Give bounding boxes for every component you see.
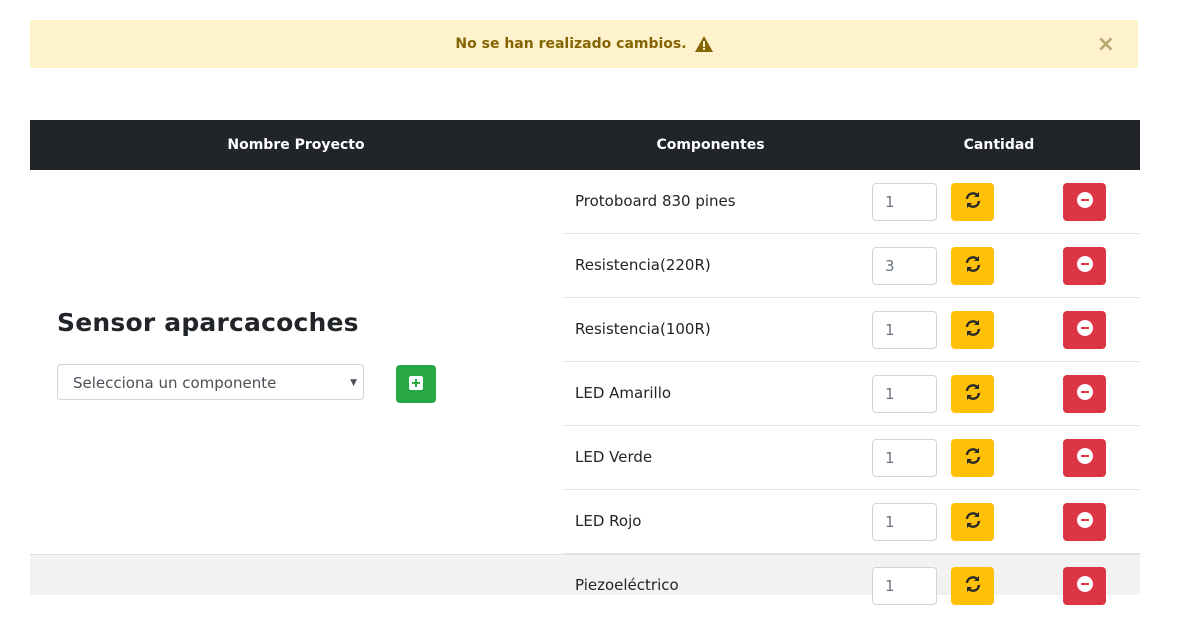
header-components: Componentes [656,137,765,153]
update-quantity-button[interactable] [951,503,994,541]
quantity-input[interactable]: 1 [872,503,937,541]
warning-triangle-icon [694,36,713,52]
component-name: Piezoeléctrico [575,576,679,594]
remove-component-button[interactable] [1063,183,1106,221]
caret-down-icon: ▼ [350,378,357,388]
components-list: Protoboard 830 pines 1 Resistencia(220R)… [563,170,1140,554]
close-alert-button[interactable]: × [1097,34,1115,56]
quantity-input[interactable]: 1 [872,567,937,605]
table-header: Nombre Proyecto Componentes Cantidad [30,120,1140,170]
project-cell: Sensor aparcacoches Selecciona un compon… [30,170,562,554]
table-row: Piezoeléctrico 1 [563,554,1140,617]
component-select-value: Selecciona un componente [73,374,277,392]
minus-circle-icon [1076,512,1093,532]
update-quantity-button[interactable] [951,375,994,413]
remove-component-button[interactable] [1063,503,1106,541]
header-quantity: Cantidad [963,137,1035,153]
table-row: Resistencia(100R) 1 [563,298,1140,362]
refresh-icon [964,575,982,597]
project-title: Sensor aparcacoches [57,308,359,337]
quantity-input[interactable]: 1 [872,183,937,221]
minus-circle-icon [1076,320,1093,340]
table-row: LED Verde 1 [563,426,1140,490]
remove-component-button[interactable] [1063,311,1106,349]
update-quantity-button[interactable] [951,439,994,477]
remove-component-button[interactable] [1063,567,1106,605]
refresh-icon [964,255,982,277]
minus-circle-icon [1076,384,1093,404]
add-component-button[interactable] [396,365,436,403]
refresh-icon [964,319,982,341]
component-name: LED Rojo [575,512,642,530]
no-changes-alert: No se han realizado cambios. × [30,20,1138,68]
alert-message: No se han realizado cambios. [455,36,687,52]
quantity-input[interactable]: 1 [872,375,937,413]
remove-component-button[interactable] [1063,247,1106,285]
refresh-icon [964,447,982,469]
minus-circle-icon [1076,256,1093,276]
quantity-input[interactable]: 1 [872,311,937,349]
refresh-icon [964,511,982,533]
plus-square-icon [409,375,423,394]
remove-component-button[interactable] [1063,439,1106,477]
table-row: Resistencia(220R) 3 [563,234,1140,298]
update-quantity-button[interactable] [951,247,994,285]
component-name: Resistencia(100R) [575,320,711,338]
minus-circle-icon [1076,576,1093,596]
update-quantity-button[interactable] [951,183,994,221]
component-name: LED Amarillo [575,384,672,402]
component-name: LED Verde [575,448,653,466]
component-name: Protoboard 830 pines [575,192,736,210]
minus-circle-icon [1076,448,1093,468]
refresh-icon [964,383,982,405]
component-name: Resistencia(220R) [575,256,711,274]
minus-circle-icon [1076,192,1093,212]
refresh-icon [964,191,982,213]
update-quantity-button[interactable] [951,567,994,605]
remove-component-button[interactable] [1063,375,1106,413]
table-row: LED Rojo 1 [563,490,1140,554]
update-quantity-button[interactable] [951,311,994,349]
component-select[interactable]: Selecciona un componente ▼ [57,364,364,400]
table-row: LED Amarillo 1 [563,362,1140,426]
quantity-input[interactable]: 3 [872,247,937,285]
quantity-input[interactable]: 1 [872,439,937,477]
table-row: Protoboard 830 pines 1 [563,170,1140,234]
header-project-name: Nombre Proyecto [227,137,365,153]
